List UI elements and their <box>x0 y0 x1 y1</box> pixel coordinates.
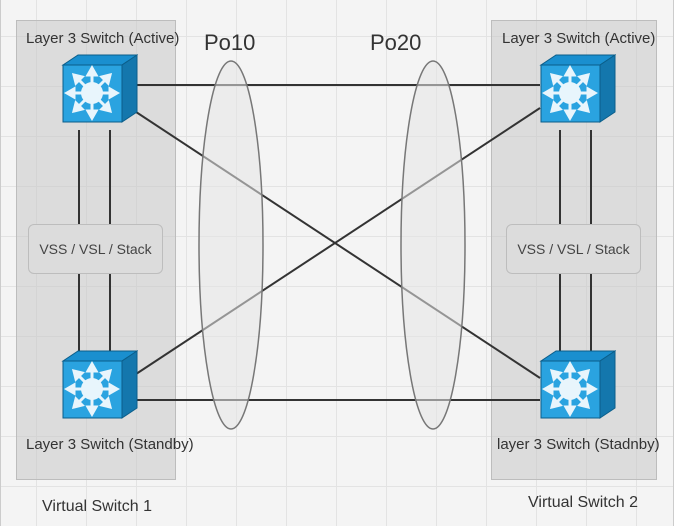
vs1-standby-label: Layer 3 Switch (Standby) <box>26 436 194 453</box>
vs1-title: Virtual Switch 1 <box>42 498 152 516</box>
vs1-switch-standby-icon <box>52 348 138 430</box>
po20-ellipse <box>398 58 468 432</box>
vs2-standby-label: layer 3 Switch (Stadnby) <box>497 436 660 453</box>
po10-ellipse <box>196 58 266 432</box>
vs2-active-label: Layer 3 Switch (Active) <box>502 30 655 47</box>
vs1-active-label: Layer 3 Switch (Active) <box>26 30 179 47</box>
vs2-stack-label: VSS / VSL / Stack <box>517 241 629 257</box>
vs2-title: Virtual Switch 2 <box>528 494 638 512</box>
vs1-switch-active-icon <box>52 52 138 134</box>
vs1-stack-label: VSS / VSL / Stack <box>39 241 151 257</box>
vs1-stack-box: VSS / VSL / Stack <box>28 224 163 274</box>
po10-label: Po10 <box>204 30 255 56</box>
vs2-stack-box: VSS / VSL / Stack <box>506 224 641 274</box>
vs2-switch-standby-icon <box>530 348 616 430</box>
vs2-switch-active-icon <box>530 52 616 134</box>
po20-label: Po20 <box>370 30 421 56</box>
